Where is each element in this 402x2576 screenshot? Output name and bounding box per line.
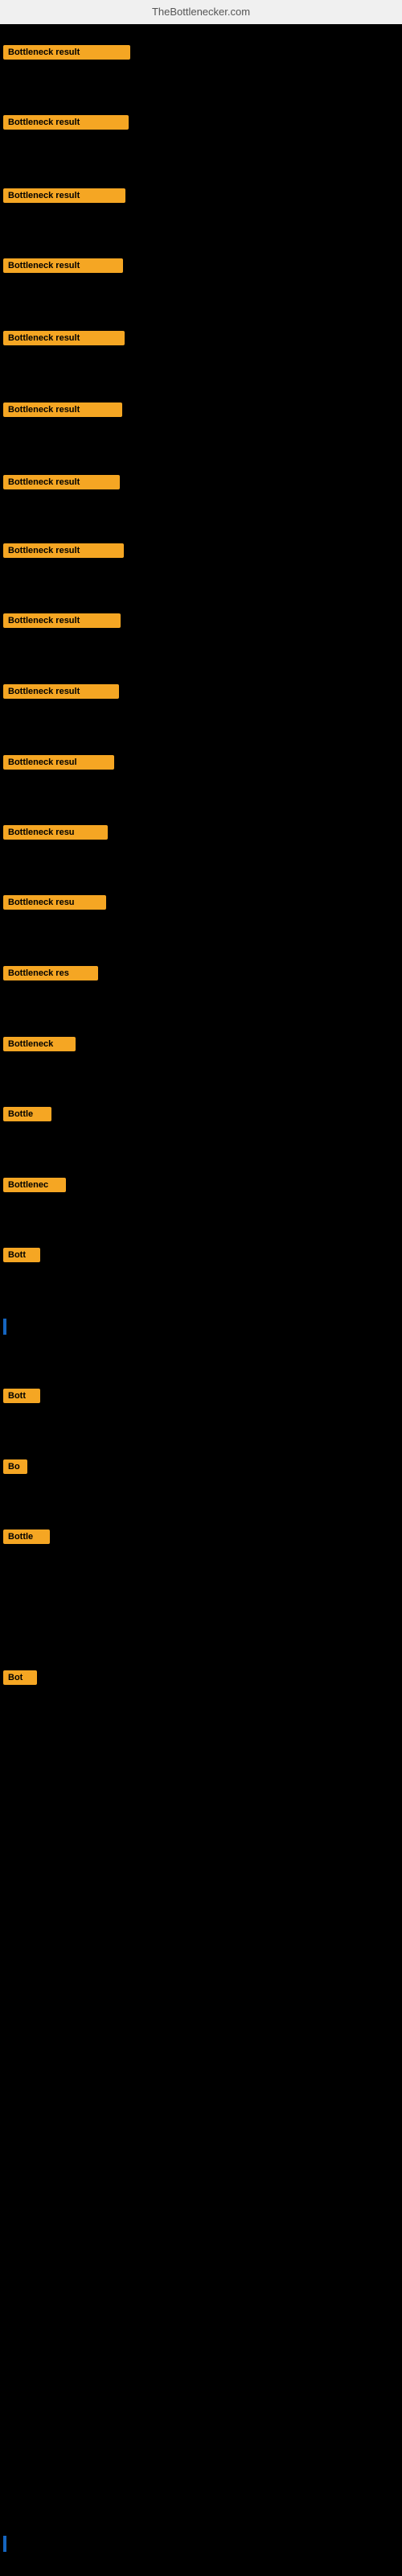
blue-bar-icon	[3, 1319, 6, 1335]
bottleneck-badge[interactable]: Bot	[3, 1670, 37, 1685]
result-row: Bottle	[3, 1530, 50, 1548]
result-row: Bott	[3, 1389, 40, 1407]
result-row: Bottleneck resul	[3, 755, 114, 774]
result-row: Bottleneck	[3, 1037, 76, 1055]
bottleneck-badge[interactable]: Bottleneck	[3, 1037, 76, 1051]
result-row: Bottleneck result	[3, 258, 123, 277]
bottleneck-badge[interactable]: Bottleneck result	[3, 45, 130, 60]
bottleneck-badge[interactable]: Bott	[3, 1389, 40, 1403]
bottleneck-badge[interactable]: Bottleneck resu	[3, 825, 108, 840]
bottleneck-badge[interactable]: Bottleneck result	[3, 402, 122, 417]
bottleneck-badge[interactable]: Bottleneck res	[3, 966, 98, 980]
result-row	[3, 2536, 6, 2552]
result-row: Bottleneck result	[3, 475, 120, 493]
result-row: Bottleneck result	[3, 402, 122, 421]
result-row: Bottlenec	[3, 1178, 66, 1196]
result-row: Bottleneck result	[3, 45, 130, 64]
bottleneck-badge[interactable]: Bottleneck result	[3, 475, 120, 489]
bottleneck-badge[interactable]: Bottleneck resul	[3, 755, 114, 770]
bottleneck-badge[interactable]: Bottle	[3, 1107, 51, 1121]
result-row	[3, 1319, 6, 1335]
result-row: Bottleneck result	[3, 684, 119, 703]
result-row: Bottleneck result	[3, 188, 125, 207]
result-row: Bo	[3, 1459, 27, 1478]
bottleneck-badge[interactable]: Bottleneck resu	[3, 895, 106, 910]
site-title: TheBottlenecker.com	[152, 6, 250, 18]
bottleneck-badge[interactable]: Bottle	[3, 1530, 50, 1544]
bottleneck-badge[interactable]: Bottlenec	[3, 1178, 66, 1192]
bottleneck-badge[interactable]: Bottleneck result	[3, 543, 124, 558]
site-title-bar: TheBottlenecker.com	[0, 0, 402, 24]
bottleneck-badge[interactable]: Bott	[3, 1248, 40, 1262]
result-row: Bottleneck res	[3, 966, 98, 985]
result-row: Bottleneck result	[3, 115, 129, 134]
result-row: Bott	[3, 1248, 40, 1266]
result-row: Bottleneck result	[3, 613, 121, 632]
bottleneck-badge[interactable]: Bottleneck result	[3, 684, 119, 699]
bottleneck-badge[interactable]: Bottleneck result	[3, 115, 129, 130]
bottleneck-badge[interactable]: Bottleneck result	[3, 188, 125, 203]
result-row: Bottle	[3, 1107, 51, 1125]
bottleneck-badge[interactable]: Bottleneck result	[3, 331, 125, 345]
bottleneck-badge[interactable]: Bo	[3, 1459, 27, 1474]
blue-bar-icon-bottom	[3, 2536, 6, 2552]
result-row: Bottleneck resu	[3, 895, 106, 914]
result-row: Bot	[3, 1670, 37, 1689]
result-row: Bottleneck resu	[3, 825, 108, 844]
bottleneck-badge[interactable]: Bottleneck result	[3, 258, 123, 273]
bottleneck-badge[interactable]: Bottleneck result	[3, 613, 121, 628]
result-row: Bottleneck result	[3, 543, 124, 562]
result-row: Bottleneck result	[3, 331, 125, 349]
